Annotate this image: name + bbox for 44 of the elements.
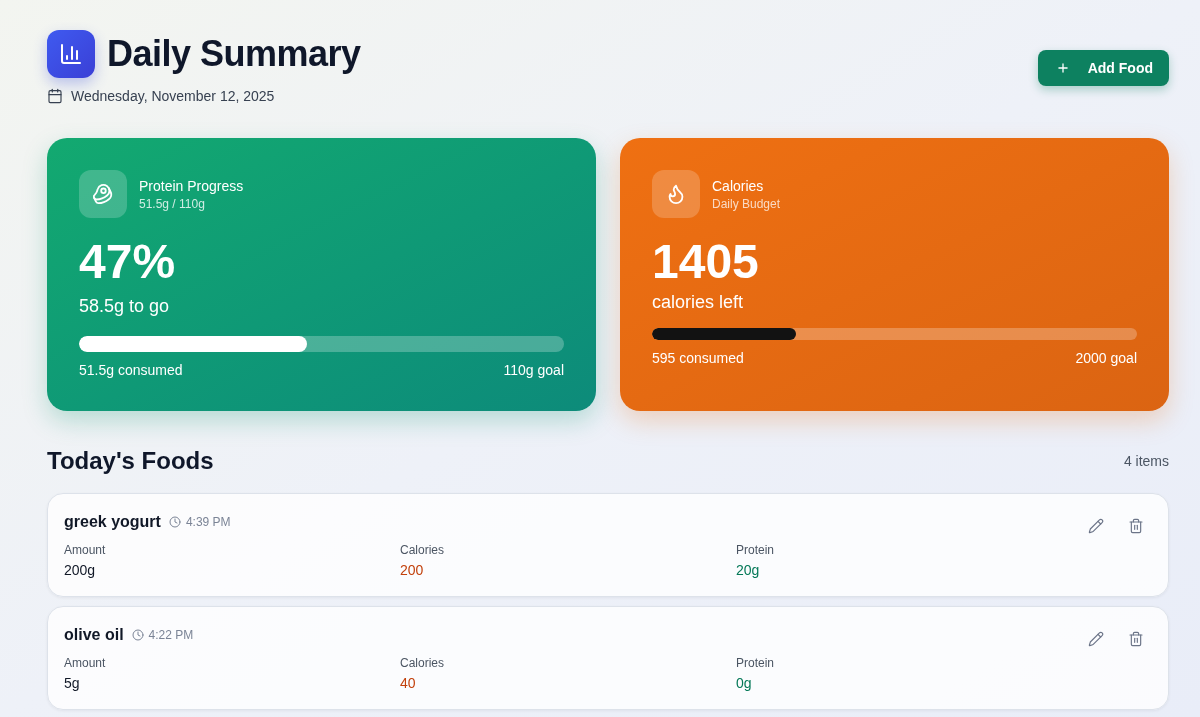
trash-icon [1128,518,1144,534]
bar-chart-icon [47,30,95,78]
card-subtitle: Daily Budget [712,196,781,212]
pencil-icon [1088,631,1104,647]
field-label: Amount [64,542,106,558]
item-count: 4 items [1123,452,1169,471]
field-value: 20g [736,561,760,580]
field-label: Protein [736,542,775,558]
page-title: Daily Summary [107,34,361,74]
stat-caption: 58.5g to go [79,295,170,318]
clock-icon [131,629,144,641]
consumed-label: 51.5g consumed [79,361,183,380]
field-label: Protein [736,655,775,671]
add-food-button[interactable]: Add Food [1037,50,1169,86]
section-title: Today's Foods [47,446,214,476]
calendar-icon [47,88,63,104]
card-title: Calories [712,177,765,196]
trash-icon [1128,631,1144,647]
food-time: 4:39 PM [185,514,231,530]
food-time: 4:22 PM [148,627,194,643]
pencil-icon [1088,518,1104,534]
field-label: Calories [400,542,444,558]
consumed-label: 595 consumed [652,349,744,368]
field-label: Calories [400,655,444,671]
goal-label: 110g goal [503,361,564,380]
card-subtitle: 51.5g / 110g [139,196,206,212]
clock-icon [168,516,181,528]
field-value: 200g [64,561,96,580]
field-value: 40 [400,674,416,693]
stat-value: 47% [79,238,176,286]
meat-icon [79,170,127,218]
field-label: Amount [64,655,106,671]
food-name: greek yogurt [64,512,161,532]
card-title: Protein Progress [139,177,244,196]
food-name: olive oil [64,625,124,645]
field-value: 200 [400,561,424,580]
field-value: 5g [64,674,80,693]
goal-label: 2000 goal [1075,349,1137,368]
date-label: Wednesday, November 12, 2025 [71,87,275,106]
field-value: 0g [736,674,752,693]
stat-value: 1405 [652,238,759,286]
stat-caption: calories left [652,291,744,314]
plus-icon [1055,61,1070,75]
flame-icon [652,170,700,218]
